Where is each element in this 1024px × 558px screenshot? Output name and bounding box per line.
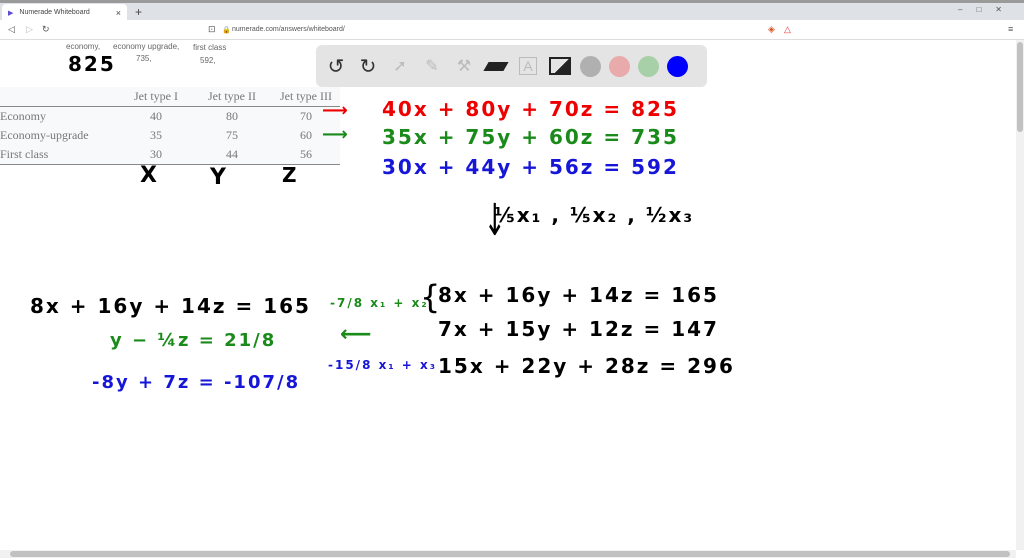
- address-bar-row: ◁ ▷ ↻ ⊡ 🔒 numerade.com/answers/whiteboar…: [0, 20, 1024, 40]
- eraser-icon[interactable]: [483, 54, 509, 78]
- scaled-equation-2: 7x + 15y + 12z = 147: [438, 317, 719, 341]
- question-upgrade-label: economy upgrade,: [113, 42, 180, 51]
- text-icon[interactable]: A: [516, 54, 540, 78]
- question-first-value: 592,: [200, 56, 216, 65]
- cell: 35: [150, 128, 162, 142]
- red-arrow-icon: ⟶: [322, 100, 350, 121]
- green-left-arrow-icon: ⟵: [340, 322, 374, 347]
- result-equation-2: y − ¼z = 21/8: [110, 330, 277, 351]
- cell: 75: [226, 128, 238, 142]
- cell: 40: [150, 109, 162, 123]
- pen-icon[interactable]: ✎: [420, 54, 444, 78]
- close-tab-icon[interactable]: ×: [116, 8, 121, 18]
- whiteboard-toolbar: ↺ ↻ ➚ ✎ ⚒ A: [316, 45, 707, 87]
- equation-1: 40x + 80y + 70z = 825: [382, 97, 679, 121]
- row-label: Economy: [0, 109, 46, 123]
- row-op-2: -15/8 x₁ + x₃: [328, 358, 437, 372]
- table-row: Economy 40 80 70: [0, 107, 340, 127]
- result-equation-3: -8y + 7z = -107/8: [92, 372, 301, 393]
- rewards-icon[interactable]: △: [784, 24, 791, 35]
- tools-icon[interactable]: ⚒: [452, 54, 476, 78]
- back-icon[interactable]: ◁: [8, 24, 15, 35]
- pointer-icon[interactable]: ➚: [388, 54, 412, 78]
- numerade-logo-icon: ▶: [8, 9, 14, 17]
- browser-tab[interactable]: ▶ Numerade Whiteboard ×: [2, 4, 127, 21]
- color-blue-swatch[interactable]: [667, 55, 688, 77]
- scaled-equation-1: 8x + 16y + 14z = 165: [438, 283, 719, 307]
- vertical-scrollbar[interactable]: [1016, 40, 1024, 550]
- color-green-swatch[interactable]: [638, 55, 659, 77]
- var-y: Y: [210, 165, 228, 190]
- header-cell: [0, 87, 120, 107]
- horizontal-scrollbar[interactable]: [0, 550, 1016, 558]
- color-gray-swatch[interactable]: [580, 55, 601, 77]
- new-tab-button[interactable]: +: [135, 5, 142, 19]
- bookmark-icon[interactable]: ⊡: [208, 24, 216, 35]
- lock-icon: 🔒: [222, 27, 231, 34]
- reload-icon[interactable]: ↻: [42, 24, 50, 35]
- window-controls[interactable]: –□✕: [958, 5, 1016, 14]
- undo-icon[interactable]: ↺: [324, 54, 348, 78]
- result-equation-1: 8x + 16y + 14z = 165: [30, 294, 311, 318]
- table-row: Economy-upgrade 35 75 60: [0, 126, 340, 145]
- cell: 30: [120, 145, 192, 165]
- redo-icon[interactable]: ↻: [356, 54, 380, 78]
- equation-3: 30x + 44y + 56z = 592: [382, 155, 679, 179]
- row-op-1: -7/8 x₁ + x₂: [330, 296, 429, 310]
- row-label: Economy-upgrade: [0, 128, 89, 142]
- color-red-swatch[interactable]: [609, 55, 630, 77]
- question-first-label: first class: [193, 43, 227, 52]
- menu-icon[interactable]: ≡: [1008, 24, 1013, 34]
- url-field[interactable]: numerade.com/answers/whiteboard/: [232, 26, 345, 33]
- row-label: First class: [0, 145, 120, 165]
- table-header-row: Jet type I Jet type II Jet type III: [0, 87, 340, 107]
- question-economy-label: economy,: [66, 42, 101, 51]
- tab-title: Numerade Whiteboard: [19, 9, 90, 16]
- equation-2: 35x + 75y + 60z = 735: [382, 125, 679, 149]
- cell: 80: [226, 109, 238, 123]
- image-icon[interactable]: [548, 54, 572, 78]
- table-row: First class 30 44 56: [0, 145, 340, 165]
- header-cell: Jet type II: [192, 87, 272, 107]
- cell: 56: [272, 145, 340, 165]
- scaled-equation-3: 15x + 22y + 28z = 296: [438, 354, 735, 378]
- green-arrow-icon: ⟶: [322, 124, 350, 145]
- question-upgrade-value: 735,: [136, 54, 152, 63]
- handwritten-825: 825: [68, 52, 116, 76]
- jet-type-table: Jet type I Jet type II Jet type III Econ…: [0, 87, 340, 165]
- cell: 44: [192, 145, 272, 165]
- var-z: Z: [282, 163, 299, 187]
- forward-icon[interactable]: ▷: [26, 24, 33, 35]
- var-x: X: [140, 163, 159, 188]
- brave-shield-icon[interactable]: ◈: [768, 24, 775, 35]
- scaling-operations: ⅕x₁ , ⅕x₂ , ½x₃: [494, 203, 695, 227]
- header-cell: Jet type I: [120, 87, 192, 107]
- tab-bar: ▶ Numerade Whiteboard × + –□✕: [0, 0, 1024, 21]
